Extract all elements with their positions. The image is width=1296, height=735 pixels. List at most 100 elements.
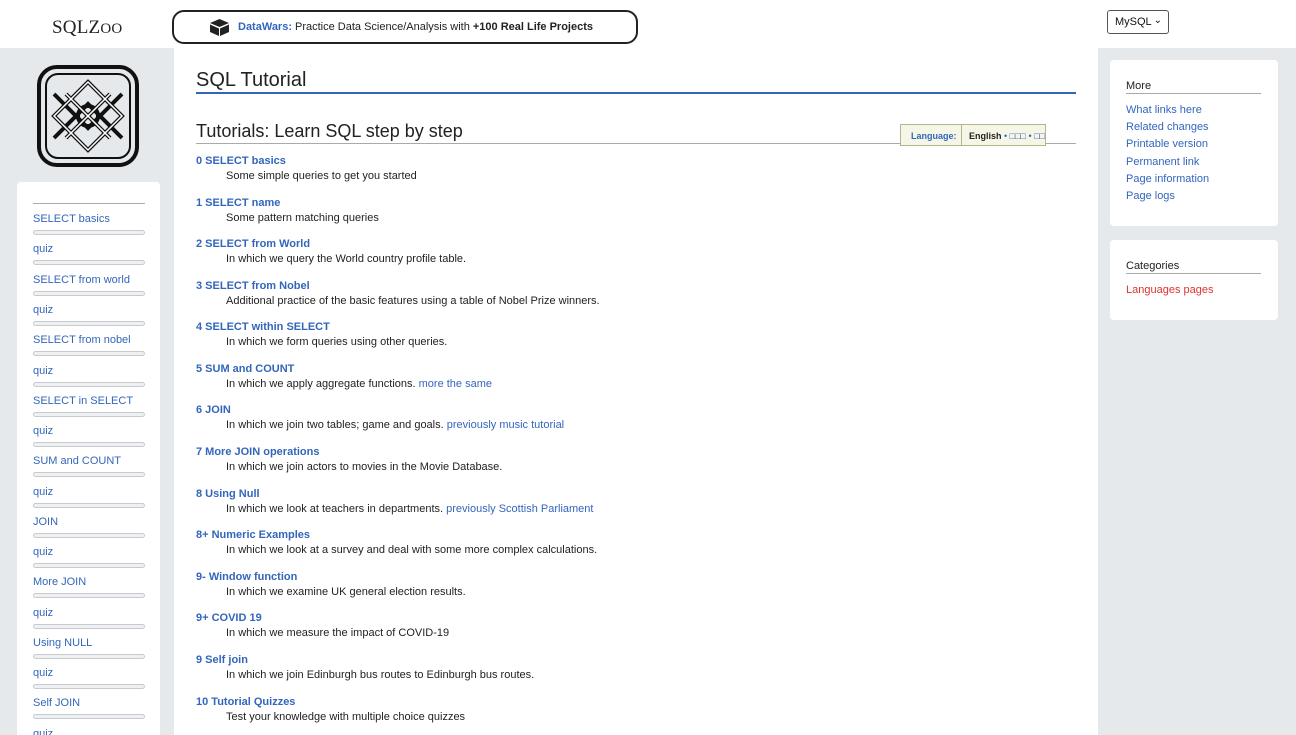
sidebar-item-self-join[interactable]: Self JOIN xyxy=(33,697,145,727)
tutorial-item: 1 SELECT name Some pattern matching quer… xyxy=(196,197,1056,225)
tutorial-description-text: Additional practice of the basic feature… xyxy=(226,295,600,307)
tutorial-link[interactable]: 9 Self join xyxy=(196,654,1056,667)
tutorial-description-text: In which we query the World country prof… xyxy=(226,253,467,265)
tutorial-extra-link[interactable]: more the same xyxy=(419,378,492,390)
progress-bar xyxy=(33,291,145,296)
tutorial-description: Some pattern matching queries xyxy=(196,212,1056,225)
tutorial-description-text: In which we measure the impact of COVID-… xyxy=(226,627,450,639)
tutorial-link[interactable]: 10 Tutorial Quizzes xyxy=(196,696,1056,709)
progress-bar xyxy=(33,714,145,719)
tutorial-link[interactable]: 8 Using Null xyxy=(196,488,1056,501)
more-panel: More What links here Related changes Pri… xyxy=(1110,60,1278,226)
tutorial-description-text: In which we join Edinburgh bus routes to… xyxy=(226,669,535,681)
tutorial-item: 5 SUM and COUNT In which we apply aggreg… xyxy=(196,363,1056,391)
tutorial-extra-link[interactable]: previously music tutorial xyxy=(447,419,564,431)
tutorial-item: 6 JOIN In which we join two tables; game… xyxy=(196,404,1056,432)
sidebar-item-label[interactable]: quiz xyxy=(33,667,145,680)
promo-banner[interactable]: DataWars: Practice Data Science/Analysis… xyxy=(172,10,638,44)
tutorial-link[interactable]: 2 SELECT from World xyxy=(196,238,1056,251)
title-underline xyxy=(196,92,1076,94)
tutorial-link[interactable]: 9- Window function xyxy=(196,571,1056,584)
sidebar-item-label[interactable]: SELECT basics xyxy=(33,213,145,226)
printable-version-link[interactable]: Printable version xyxy=(1126,138,1208,150)
sidebar-item-more-join[interactable]: More JOIN xyxy=(33,576,145,606)
sidebar-item-label[interactable]: SELECT from nobel xyxy=(33,334,145,347)
sidebar-item-quiz[interactable]: quiz xyxy=(33,365,145,395)
sidebar-item-quiz[interactable]: quiz xyxy=(33,728,145,735)
promo-highlight: +100 Real Life Projects xyxy=(472,21,594,33)
tutorial-description-text: Some pattern matching queries xyxy=(226,212,379,224)
tutorial-link[interactable]: 6 JOIN xyxy=(196,404,1056,417)
sidebar-item-select-in-select[interactable]: SELECT in SELECT xyxy=(33,395,145,425)
language-alternatives[interactable]: • □□□ • □□ xyxy=(1004,131,1045,141)
sidebar-item-select-from-nobel[interactable]: SELECT from nobel xyxy=(33,334,145,364)
progress-bar xyxy=(33,230,145,235)
tutorial-description-text: In which we look at teachers in departme… xyxy=(226,503,444,515)
languages-pages-link[interactable]: Languages pages xyxy=(1126,284,1213,296)
sidebar-item-label[interactable]: quiz xyxy=(33,486,145,499)
sidebar-item-join[interactable]: JOIN xyxy=(33,516,145,546)
sidebar-item-label[interactable]: SUM and COUNT xyxy=(33,455,145,468)
progress-bar xyxy=(33,260,145,265)
progress-bar xyxy=(33,503,145,508)
sidebar-item-label[interactable]: quiz xyxy=(33,243,145,256)
progress-bar xyxy=(33,684,145,689)
top-bar: SQLZOO DataWars: Practice Data Science/A… xyxy=(0,0,1296,48)
sidebar-item-label[interactable]: Self JOIN xyxy=(33,697,145,710)
sidebar-item-quiz[interactable]: quiz xyxy=(33,486,145,516)
page-logs-link[interactable]: Page logs xyxy=(1126,190,1175,202)
progress-bar xyxy=(33,412,145,417)
sidebar-item-quiz[interactable]: quiz xyxy=(33,546,145,576)
sidebar-item-using-null[interactable]: Using NULL xyxy=(33,637,145,667)
permanent-link[interactable]: Permanent link xyxy=(1126,156,1199,168)
main-content: SQL Tutorial Tutorials: Learn SQL step b… xyxy=(174,48,1098,735)
sidebar-item-sum-and-count[interactable]: SUM and COUNT xyxy=(33,455,145,485)
sidebar-item-label[interactable]: quiz xyxy=(33,546,145,559)
sidebar-item-quiz[interactable]: quiz xyxy=(33,243,145,273)
page-information-link[interactable]: Page information xyxy=(1126,173,1209,185)
sidebar-item-label[interactable]: quiz xyxy=(33,304,145,317)
tutorial-link[interactable]: 3 SELECT from Nobel xyxy=(196,280,1056,293)
sidebar-item-quiz[interactable]: quiz xyxy=(33,425,145,455)
sidebar-item-quiz[interactable]: quiz xyxy=(33,607,145,637)
what-links-here-link[interactable]: What links here xyxy=(1126,104,1202,116)
tutorial-link[interactable]: 7 More JOIN operations xyxy=(196,446,1056,459)
sidebar-item-select-from-world[interactable]: SELECT from world xyxy=(33,274,145,304)
dialect-selected-value: MySQL xyxy=(1115,16,1152,28)
tutorial-link[interactable]: 0 SELECT basics xyxy=(196,155,1056,168)
celtic-knot-logo[interactable] xyxy=(36,64,140,168)
sidebar-item-label[interactable]: quiz xyxy=(33,365,145,378)
sidebar-item-label[interactable]: SELECT from world xyxy=(33,274,145,287)
tutorial-link[interactable]: 8+ Numeric Examples xyxy=(196,529,1056,542)
language-switcher: Language: English • □□□ • □□ xyxy=(900,124,1046,146)
tutorial-extra-link[interactable]: previously Scottish Parliament xyxy=(446,503,593,515)
sidebar-item-quiz[interactable]: quiz xyxy=(33,304,145,334)
tutorial-link[interactable]: 5 SUM and COUNT xyxy=(196,363,1056,376)
site-title-suffix: OO xyxy=(100,21,123,37)
tutorial-link[interactable]: 4 SELECT within SELECT xyxy=(196,321,1056,334)
sidebar-item-label[interactable]: SELECT in SELECT xyxy=(33,395,145,408)
tutorial-link[interactable]: 9+ COVID 19 xyxy=(196,612,1056,625)
sidebar-item-quiz[interactable]: quiz xyxy=(33,667,145,697)
sidebar-item-select-basics[interactable]: SELECT basics xyxy=(33,213,145,243)
sidebar-item-label[interactable]: quiz xyxy=(33,607,145,620)
tutorial-item: 2 SELECT from World In which we query th… xyxy=(196,238,1056,266)
language-label[interactable]: Language: xyxy=(901,125,962,145)
sidebar-item-label[interactable]: quiz xyxy=(33,728,145,735)
tutorial-description-text: In which we look at a survey and deal wi… xyxy=(226,544,598,556)
tutorial-link[interactable]: 1 SELECT name xyxy=(196,197,1056,210)
tutorial-description: In which we join Edinburgh bus routes to… xyxy=(196,669,1056,682)
tutorial-description: In which we join actors to movies in the… xyxy=(196,461,1056,474)
site-logo-link[interactable]: SQLZOO xyxy=(52,17,122,39)
sidebar-item-label[interactable]: More JOIN xyxy=(33,576,145,589)
progress-bar xyxy=(33,593,145,598)
progress-bar xyxy=(33,624,145,629)
sidebar-item-label[interactable]: JOIN xyxy=(33,516,145,529)
sidebar-item-label[interactable]: quiz xyxy=(33,425,145,438)
sidebar-item-label[interactable]: Using NULL xyxy=(33,637,145,650)
tutorial-description: In which we join two tables; game and go… xyxy=(196,419,1056,432)
related-changes-link[interactable]: Related changes xyxy=(1126,121,1209,133)
tutorial-item: 9+ COVID 19 In which we measure the impa… xyxy=(196,612,1056,640)
dialect-select[interactable]: MySQL ⌄ xyxy=(1107,10,1169,34)
tutorial-item: 8 Using Null In which we look at teacher… xyxy=(196,488,1056,516)
